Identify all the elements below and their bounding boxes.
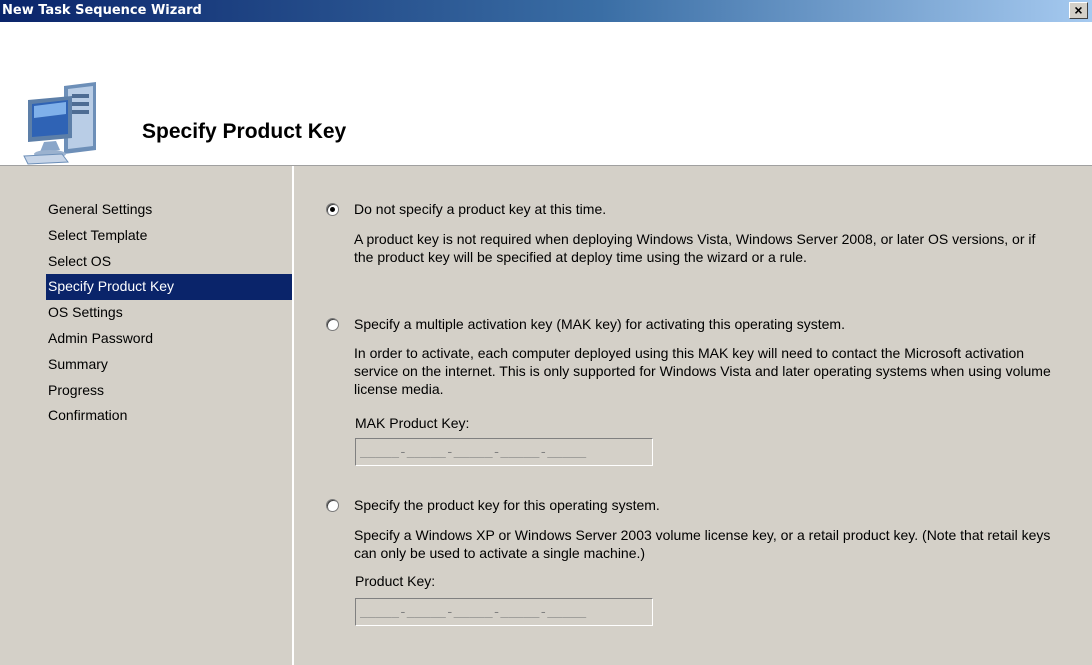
page-title: Specify Product Key — [142, 120, 347, 143]
product-key-field-label: Product Key: — [355, 573, 436, 589]
wizard-header: Specify Product Key — [0, 22, 1092, 166]
product-key-mask: _____-_____-_____-_____-_____ — [360, 605, 587, 620]
step-admin-password: Admin Password — [48, 329, 154, 346]
computer-icon — [22, 80, 108, 169]
step-os-settings: OS Settings — [48, 304, 123, 321]
no-key-label[interactable]: Do not specify a product key at this tim… — [354, 201, 606, 217]
title-bar: New Task Sequence Wizard × — [0, 0, 1092, 22]
wizard-steps-sidebar: General Settings Select Template Select … — [8, 166, 294, 665]
step-general-settings: General Settings — [48, 201, 153, 217]
product-key-label[interactable]: Specify the product key for this operati… — [354, 497, 660, 513]
wizard-body: General Settings Select Template Select … — [0, 166, 1092, 665]
close-icon: × — [1074, 2, 1083, 18]
step-select-template: Select Template — [48, 226, 148, 243]
step-list: General Settings Select Template Select … — [46, 197, 292, 429]
close-button[interactable]: × — [1069, 2, 1088, 19]
mak-key-label[interactable]: Specify a multiple activation key (MAK k… — [354, 316, 845, 332]
step-specify-product-key: Specify Product Key — [46, 274, 292, 301]
product-key-radio[interactable] — [326, 499, 339, 512]
step-select-os: Select OS — [48, 252, 112, 269]
product-key-description: Specify a Windows XP or Windows Server 2… — [354, 527, 1051, 561]
wizard-content: Do not specify a product key at this tim… — [296, 166, 1092, 665]
mak-product-key-mask: _____-_____-_____-_____-_____ — [360, 445, 587, 460]
step-confirmation: Confirmation — [48, 407, 128, 424]
mak-product-key-input[interactable]: _____-_____-_____-_____-_____ — [355, 438, 653, 466]
product-key-input[interactable]: _____-_____-_____-_____-_____ — [355, 598, 653, 626]
no-key-description: A product key is not required when deplo… — [354, 231, 1036, 265]
mak-key-radio[interactable] — [326, 318, 339, 331]
step-progress: Progress — [48, 381, 105, 398]
mak-key-description: In order to activate, each computer depl… — [354, 345, 1051, 397]
window-title: New Task Sequence Wizard — [2, 3, 202, 18]
mak-product-key-label: MAK Product Key: — [355, 415, 470, 431]
step-summary: Summary — [48, 355, 108, 372]
no-key-radio[interactable] — [326, 203, 339, 216]
